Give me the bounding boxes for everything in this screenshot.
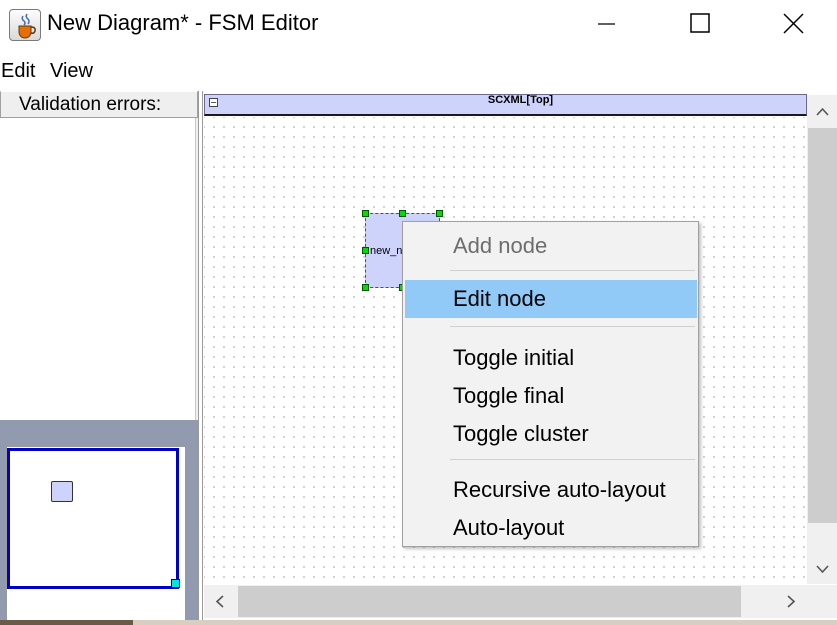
- menu-separator: [450, 270, 695, 271]
- scrollbar-corner: [807, 585, 837, 618]
- chevron-right-icon: [787, 595, 796, 608]
- overview-node: [51, 481, 73, 502]
- menu-item-toggle-initial[interactable]: Toggle initial: [405, 339, 697, 377]
- vertical-scrollbar[interactable]: [807, 95, 837, 584]
- validation-errors-list[interactable]: [0, 118, 196, 420]
- scroll-up-button[interactable]: [807, 95, 837, 127]
- menu-item-edit-node[interactable]: Edit node: [405, 280, 697, 318]
- java-cup-icon[interactable]: [9, 9, 41, 41]
- close-button[interactable]: [770, 0, 816, 50]
- menu-edit[interactable]: Edit: [1, 60, 35, 83]
- node-handle-top-right[interactable]: [436, 210, 443, 217]
- menu-item-add-node[interactable]: Add node: [405, 227, 697, 265]
- menu-separator: [450, 459, 695, 460]
- maximize-icon: [690, 13, 710, 33]
- state-node-label: new_n: [370, 245, 403, 257]
- scroll-right-button[interactable]: [775, 585, 807, 618]
- menu-view[interactable]: View: [50, 60, 93, 83]
- node-handle-bottom-left[interactable]: [362, 284, 369, 291]
- menu-bar: Edit View: [0, 58, 837, 88]
- chevron-up-icon: [816, 107, 829, 116]
- menu-item-toggle-cluster[interactable]: Toggle cluster: [405, 415, 697, 453]
- vertical-scroll-thumb[interactable]: [808, 128, 837, 523]
- fsm-editor-window: New Diagram* - FSM Editor Edit View Vali…: [0, 0, 837, 625]
- graph-title: SCXML[Top]: [487, 94, 554, 106]
- left-panel: Validation errors:: [0, 91, 199, 625]
- horizontal-scroll-thumb[interactable]: [238, 586, 741, 617]
- menu-item-auto-layout[interactable]: Auto-layout: [405, 509, 697, 547]
- title-bar: New Diagram* - FSM Editor: [0, 0, 837, 50]
- validation-errors-label: Validation errors:: [19, 94, 162, 115]
- validation-errors-header: Validation errors:: [0, 91, 198, 118]
- window-title: New Diagram* - FSM Editor: [47, 10, 319, 35]
- node-handle-left[interactable]: [362, 247, 369, 254]
- minimize-icon: [598, 23, 615, 25]
- chevron-down-icon: [816, 565, 829, 574]
- context-menu: Add node Edit node Toggle initial Toggle…: [402, 221, 699, 547]
- minimize-button[interactable]: [583, 0, 629, 50]
- scroll-left-button[interactable]: [204, 585, 236, 618]
- horizontal-scrollbar[interactable]: [204, 585, 807, 618]
- close-icon: [783, 13, 804, 34]
- overview-canvas[interactable]: [6, 446, 186, 624]
- chevron-left-icon: [215, 595, 224, 608]
- overview-panel: [0, 420, 198, 625]
- maximize-button[interactable]: [676, 0, 722, 50]
- overview-viewport-rect[interactable]: [7, 448, 179, 589]
- node-handle-top[interactable]: [399, 210, 406, 217]
- menu-separator: [450, 326, 695, 327]
- overview-resize-handle[interactable]: [171, 579, 180, 588]
- node-handle-top-left[interactable]: [362, 210, 369, 217]
- menu-item-recursive-auto-layout[interactable]: Recursive auto-layout: [405, 471, 697, 509]
- bottom-strip-accent: [0, 620, 133, 625]
- scroll-down-button[interactable]: [807, 554, 837, 584]
- menu-item-toggle-final[interactable]: Toggle final: [405, 377, 697, 415]
